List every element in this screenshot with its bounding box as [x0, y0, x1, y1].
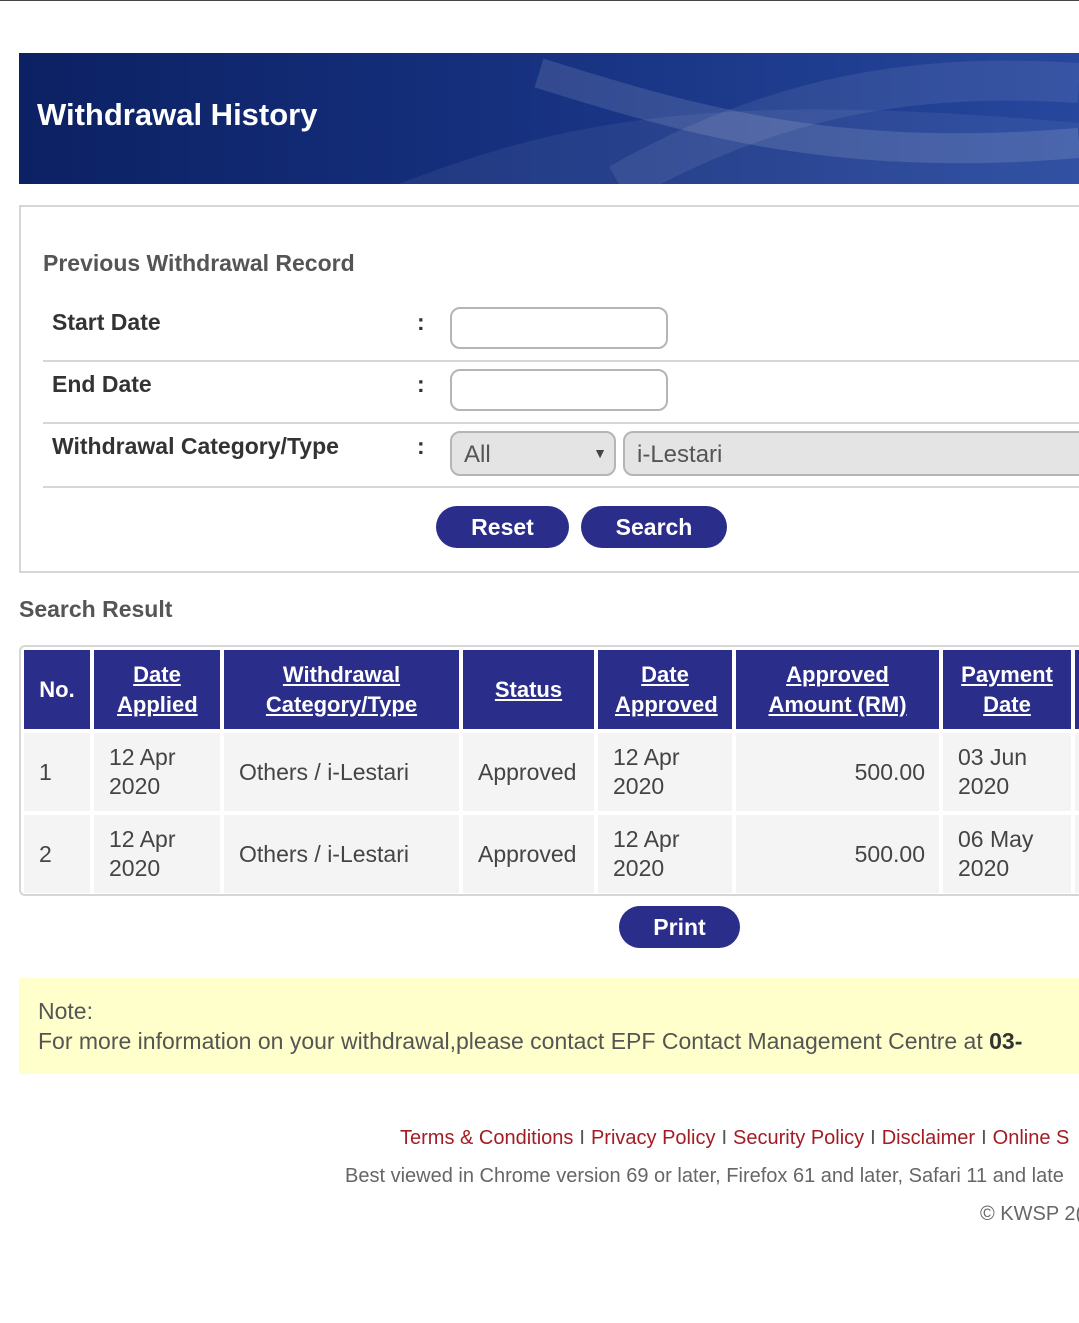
- disclaimer-link[interactable]: Disclaimer: [882, 1127, 975, 1149]
- end-date-row: End Date :: [43, 360, 1079, 424]
- column-header-date-applied-label: Date Applied: [117, 661, 198, 717]
- start-date-label: Start Date: [52, 309, 161, 335]
- column-header-payment-date[interactable]: Payment Date: [943, 650, 1071, 729]
- row-1-status: Approved: [463, 733, 594, 811]
- row-1-date-applied-text: 12 Apr 2020: [109, 744, 176, 799]
- row-2-date-applied: 12 Apr 2020: [94, 815, 220, 893]
- row-1-category: Others / i-Lestari: [224, 733, 459, 811]
- row-2-date-approved-text: 12 Apr 2020: [613, 826, 680, 881]
- category-select-value: All: [464, 441, 491, 468]
- category-row: Withdrawal Category/Type : All ▼ i-Lesta…: [43, 422, 1079, 488]
- row-1-approved-amount: 500.00: [736, 733, 939, 811]
- note-text: For more information on your withdrawal,…: [38, 1028, 1022, 1055]
- category-label: Withdrawal Category/Type: [52, 433, 339, 459]
- row-2-payment-date: 06 May 2020: [943, 815, 1071, 893]
- top-border: [0, 0, 1079, 1]
- terms-link[interactable]: Terms & Conditions: [400, 1127, 573, 1149]
- copyright: © KWSP 2(: [980, 1203, 1079, 1225]
- end-date-label: End Date: [52, 371, 152, 397]
- reset-button[interactable]: Reset: [436, 506, 569, 548]
- end-date-colon: :: [417, 371, 425, 397]
- row-1-payment-date: 03 Jun 2020: [943, 733, 1071, 811]
- print-button[interactable]: Print: [619, 906, 740, 948]
- note-phone: 03-: [989, 1028, 1023, 1054]
- column-header-payment-date-label: Payment Date: [961, 661, 1053, 717]
- search-button[interactable]: Search: [581, 506, 727, 548]
- row-2-status: Approved: [463, 815, 594, 893]
- row-1-date-applied: 12 Apr 2020: [94, 733, 220, 811]
- category-select[interactable]: All ▼: [450, 431, 616, 476]
- note-message: For more information on your withdrawal,…: [38, 1028, 990, 1054]
- column-header-status[interactable]: Status: [463, 650, 594, 729]
- search-result-title: Search Result: [19, 596, 173, 622]
- row-1-date-approved-text: 12 Apr 2020: [613, 744, 680, 799]
- category-colon: :: [417, 433, 425, 459]
- start-date-row: Start Date :: [43, 297, 1079, 362]
- column-header-category[interactable]: Withdrawal Category/Type: [224, 650, 459, 729]
- footer-separator: I: [981, 1127, 987, 1149]
- footer-separator: I: [579, 1127, 585, 1149]
- page-banner: Withdrawal History: [19, 53, 1079, 184]
- column-header-approved-amount-label: Approved Amount (RM): [768, 661, 907, 717]
- security-policy-link[interactable]: Security Policy: [733, 1127, 864, 1149]
- row-1-more: [1075, 733, 1079, 811]
- row-2-date-approved: 12 Apr 2020: [598, 815, 732, 893]
- row-2-no: 2: [24, 815, 90, 893]
- filter-section-title: Previous Withdrawal Record: [43, 250, 355, 276]
- row-1-date-approved: 12 Apr 2020: [598, 733, 732, 811]
- browser-compatibility-note: Best viewed in Chrome version 69 or late…: [345, 1165, 1064, 1187]
- row-2-approved-amount: 500.00: [736, 815, 939, 893]
- column-header-no: No.: [24, 650, 90, 729]
- chevron-down-icon: ▼: [593, 445, 607, 461]
- row-2-more: [1075, 815, 1079, 893]
- page-title: Withdrawal History: [37, 97, 318, 132]
- column-header-more: [1075, 650, 1079, 729]
- filter-panel: Previous Withdrawal Record Start Date : …: [19, 205, 1079, 573]
- type-field[interactable]: i-Lestari: [623, 431, 1079, 476]
- row-2-category: Others / i-Lestari: [224, 815, 459, 893]
- column-header-status-label: Status: [494, 676, 563, 702]
- start-date-input[interactable]: [450, 307, 668, 349]
- footer-separator: I: [870, 1127, 876, 1149]
- column-header-date-approved-label: Date Approved: [615, 661, 718, 717]
- footer-links: Terms & Conditions I Privacy Policy I Securi…: [400, 1127, 1069, 1150]
- column-header-approved-amount[interactable]: Approved Amount (RM): [736, 650, 939, 729]
- privacy-policy-link[interactable]: Privacy Policy: [591, 1127, 715, 1149]
- column-header-no-label: No.: [39, 676, 75, 702]
- results-table: No. Date Applied Withdrawal Category/Typ…: [19, 645, 1079, 896]
- row-1-no: 1: [24, 733, 90, 811]
- row-1-payment-date-text: 03 Jun 2020: [958, 744, 1028, 799]
- note-label: Note:: [38, 998, 93, 1024]
- note-box: Note: For more information on your withd…: [19, 978, 1079, 1074]
- row-2-date-applied-text: 12 Apr 2020: [109, 826, 176, 881]
- column-header-date-applied[interactable]: Date Applied: [94, 650, 220, 729]
- end-date-input[interactable]: [450, 369, 668, 411]
- footer-separator: I: [721, 1127, 728, 1149]
- column-header-date-approved[interactable]: Date Approved: [598, 650, 732, 729]
- online-services-link[interactable]: Online S: [993, 1127, 1070, 1149]
- column-header-category-label: Withdrawal Category/Type: [265, 661, 418, 717]
- row-2-payment-date-text: 06 May 2020: [958, 826, 1034, 881]
- start-date-colon: :: [417, 309, 425, 335]
- type-field-value: i-Lestari: [637, 441, 723, 468]
